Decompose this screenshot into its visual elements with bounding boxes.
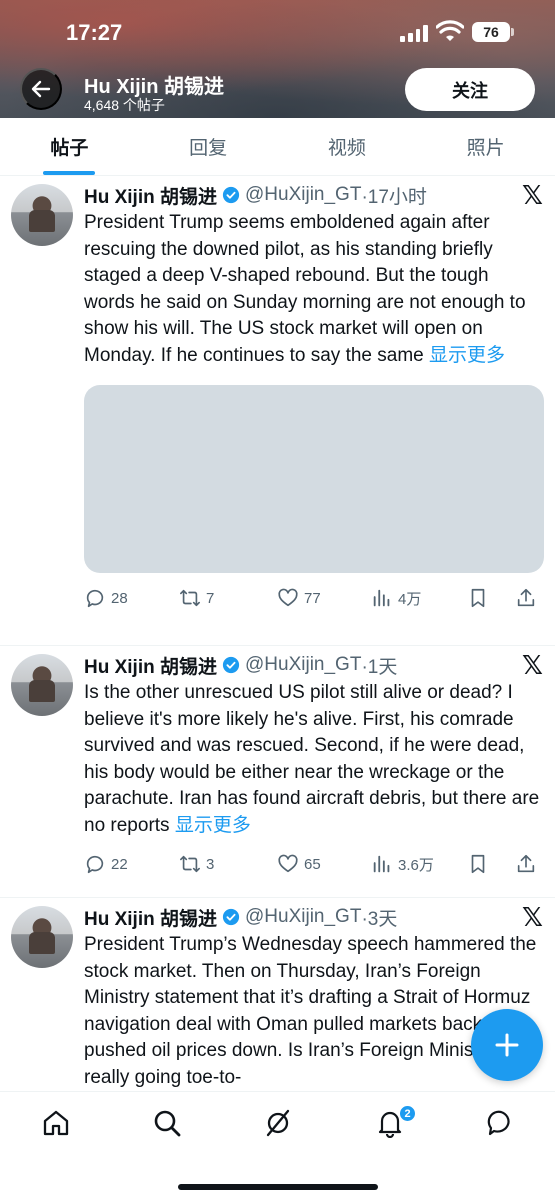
tweet-text: Is the other unrescued US pilot still al… xyxy=(84,682,540,836)
bookmark-icon xyxy=(471,854,485,874)
back-button[interactable] xyxy=(20,68,62,110)
timeline[interactable]: Hu Xijin 胡锡进 @HuXijin_GT ·17小时 𝕏 Preside… xyxy=(0,176,555,1091)
bookmark-button[interactable] xyxy=(467,587,515,609)
retweet-icon xyxy=(180,855,200,873)
tweet-author[interactable]: Hu Xijin 胡锡进 xyxy=(84,652,217,679)
profile-header: 17:27 76 Hu Xijin 胡锡进 4,648 个帖子 关注 xyxy=(0,0,555,118)
tweet[interactable]: Hu Xijin 胡锡进 @HuXijin_GT ·17小时 𝕏 Preside… xyxy=(0,176,555,646)
heart-icon xyxy=(278,854,298,873)
x-logo-icon: 𝕏 xyxy=(522,902,543,932)
avatar[interactable] xyxy=(11,654,73,716)
like-count: 65 xyxy=(304,855,321,873)
verified-badge-icon xyxy=(222,186,240,204)
battery-icon: 76 xyxy=(472,22,514,42)
tweet-header: Hu Xijin 胡锡进 @HuXijin_GT ·3天 xyxy=(84,902,541,932)
tab-videos[interactable]: 视频 xyxy=(278,118,417,175)
tweet-header: Hu Xijin 胡锡进 @HuXijin_GT ·17小时 xyxy=(84,180,541,210)
retweet-button[interactable]: 7 xyxy=(179,587,277,609)
tweet-handle[interactable]: @HuXijin_GT xyxy=(245,906,361,928)
share-button[interactable] xyxy=(515,853,537,875)
grok-icon[interactable] xyxy=(263,1108,293,1138)
view-count: 3.6万 xyxy=(398,856,434,874)
retweet-count: 3 xyxy=(206,855,215,873)
tweet-time: ·1天 xyxy=(361,656,398,678)
x-logo-icon: 𝕏 xyxy=(522,650,543,680)
home-indicator xyxy=(178,1184,378,1190)
tweet-handle[interactable]: @HuXijin_GT xyxy=(245,184,361,206)
cellular-signal-icon xyxy=(400,24,428,42)
tweet-media[interactable] xyxy=(84,385,544,573)
show-more-link[interactable]: 显示更多 xyxy=(175,815,251,836)
tweet-author[interactable]: Hu Xijin 胡锡进 xyxy=(84,182,217,209)
retweet-icon xyxy=(180,589,200,607)
tweet-header: Hu Xijin 胡锡进 @HuXijin_GT ·1天 xyxy=(84,650,541,680)
post-count: 4,648 个帖子 xyxy=(84,97,165,113)
notification-badge: 2 xyxy=(398,1104,417,1123)
arrow-left-icon xyxy=(31,80,51,98)
like-button[interactable]: 65 xyxy=(277,853,371,875)
view-count: 4万 xyxy=(398,590,422,608)
like-count: 77 xyxy=(304,589,321,607)
tweet[interactable]: Hu Xijin 胡锡进 @HuXijin_GT ·3天 𝕏 President… xyxy=(0,898,555,1091)
bookmark-icon xyxy=(471,588,485,608)
tab-replies[interactable]: 回复 xyxy=(139,118,278,175)
tab-photos[interactable]: 照片 xyxy=(416,118,555,175)
tweet-time: ·17小时 xyxy=(361,186,427,208)
tweet-text: President Trump seems emboldened again a… xyxy=(84,212,526,366)
retweet-count: 7 xyxy=(206,589,215,607)
views-chart-icon xyxy=(373,855,390,873)
tweet[interactable]: Hu Xijin 胡锡进 @HuXijin_GT ·1天 𝕏 Is the ot… xyxy=(0,646,555,898)
home-icon[interactable] xyxy=(41,1108,71,1138)
reply-icon xyxy=(86,589,104,608)
compose-button[interactable] xyxy=(471,1009,543,1081)
reply-count: 22 xyxy=(111,855,128,873)
reply-count: 28 xyxy=(111,589,128,607)
tweet-actions: 28 7 77 4万 xyxy=(84,573,541,623)
tweet-author[interactable]: Hu Xijin 胡锡进 xyxy=(84,904,217,931)
avatar[interactable] xyxy=(11,906,73,968)
tweet-actions: 22 3 65 3.6万 xyxy=(84,839,541,889)
status-time: 17:27 xyxy=(66,20,123,45)
tweet-text: President Trump’s Wednesday speech hamme… xyxy=(84,934,537,1088)
profile-tabs: 帖子 回复 视频 照片 xyxy=(0,118,555,176)
share-button[interactable] xyxy=(515,587,537,609)
plus-icon xyxy=(495,1033,519,1057)
views-chart-icon xyxy=(373,589,390,607)
reply-button[interactable]: 22 xyxy=(84,853,179,875)
views-button[interactable]: 4万 xyxy=(371,587,467,609)
share-icon xyxy=(517,854,535,873)
show-more-link[interactable]: 显示更多 xyxy=(429,345,505,366)
avatar[interactable] xyxy=(11,184,73,246)
reply-button[interactable]: 28 xyxy=(84,587,179,609)
retweet-button[interactable]: 3 xyxy=(179,853,277,875)
search-icon[interactable] xyxy=(152,1108,182,1138)
share-icon xyxy=(517,588,535,607)
heart-icon xyxy=(278,588,298,607)
like-button[interactable]: 77 xyxy=(277,587,371,609)
follow-button[interactable]: 关注 xyxy=(405,68,535,111)
tweet-time: ·3天 xyxy=(361,908,398,930)
reply-icon xyxy=(86,855,104,874)
views-button[interactable]: 3.6万 xyxy=(371,853,467,875)
tab-posts[interactable]: 帖子 xyxy=(0,118,139,175)
tweet-handle[interactable]: @HuXijin_GT xyxy=(245,654,361,676)
verified-badge-icon xyxy=(222,908,240,926)
x-logo-icon: 𝕏 xyxy=(522,180,543,210)
wifi-icon xyxy=(436,20,464,41)
messages-icon[interactable] xyxy=(486,1108,516,1138)
bookmark-button[interactable] xyxy=(467,853,515,875)
verified-badge-icon xyxy=(222,656,240,674)
